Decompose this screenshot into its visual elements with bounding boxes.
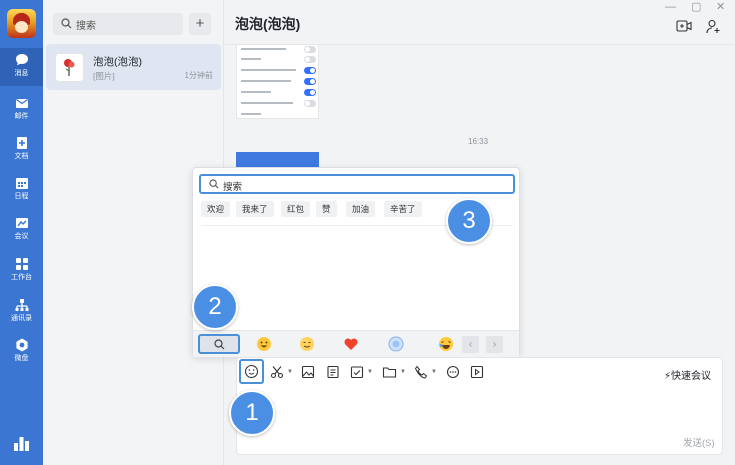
nav-label: 消息 [14, 70, 29, 77]
nav-label: 微盘 [14, 355, 29, 362]
emoji-chip[interactable]: 加油 [346, 201, 376, 217]
conversation-preview: [图片] [93, 71, 115, 81]
search-icon [209, 179, 219, 189]
chat-image-settings-screenshot[interactable] [236, 44, 319, 119]
chat-bubble-icon [15, 54, 28, 66]
nav-item-mail[interactable]: 邮件 [0, 91, 43, 129]
callout-badge: 2 [192, 284, 238, 330]
calendar-icon [15, 178, 28, 189]
nav-item-workbench[interactable]: 工作台 [0, 252, 43, 290]
emoji-chip[interactable]: 辛苦了 [384, 201, 422, 217]
conversation-time: 1分钟前 [184, 71, 213, 80]
image-icon[interactable] [301, 365, 315, 379]
nav-label: 文档 [14, 153, 29, 160]
nav-item-contacts[interactable]: 通讯录 [0, 293, 43, 331]
search-icon [214, 339, 225, 350]
conversation-name: 泡泡(泡泡) [93, 56, 142, 68]
flower-icon [64, 59, 75, 76]
document-icon [16, 137, 27, 149]
close-icon[interactable]: ✕ [716, 0, 725, 13]
task-check-icon[interactable] [350, 365, 364, 379]
emoji-search-placeholder: 搜索 [223, 182, 243, 193]
cloud-drive-icon [15, 338, 28, 352]
nav-label: 邮件 [14, 113, 29, 120]
emoji-button[interactable] [239, 359, 264, 384]
file-text-icon[interactable] [326, 365, 340, 379]
heart-emoji-tab-icon[interactable] [343, 336, 359, 352]
emoji-panel: 搜索 欢迎 我来了 红包 赞 加油 辛苦了 ‹ › [192, 167, 520, 357]
nav-item-meeting[interactable]: 会议 [0, 211, 43, 249]
chat-title: 泡泡(泡泡) [235, 16, 301, 32]
callout-badge: 1 [229, 390, 275, 436]
chevron-down-icon[interactable]: ▼ [367, 369, 373, 375]
nav-item-drive[interactable]: 微盘 [0, 333, 43, 371]
contacts-icon [15, 299, 28, 311]
user-avatar[interactable] [7, 9, 36, 38]
sticker-emoji-tab-icon[interactable] [388, 336, 404, 352]
screen-share-icon[interactable] [470, 365, 484, 379]
nav-label: 通讯录 [11, 315, 32, 322]
callout-badge: 3 [446, 198, 492, 244]
emoji-search-input[interactable]: 搜索 [199, 174, 515, 194]
quick-meeting-button[interactable]: ⚡快速会议 [664, 367, 711, 382]
more-options-icon[interactable] [446, 365, 460, 379]
emoji-chip[interactable]: 欢迎 [201, 201, 231, 217]
mail-icon [15, 98, 28, 108]
emoji-category-bar: ‹ › [193, 330, 519, 357]
nav-label: 工作台 [11, 274, 32, 281]
conversation-item[interactable]: 泡泡(泡泡) [图片] 1分钟前 [46, 44, 221, 90]
contact-avatar [55, 53, 84, 82]
laugh-cry-emoji-tab-icon[interactable] [438, 336, 454, 352]
maximize-icon[interactable]: ▢ [691, 0, 701, 13]
wink-emoji-tab-icon[interactable] [299, 336, 315, 352]
minimize-icon[interactable]: — [665, 1, 676, 13]
quick-meeting-label: 快速会议 [671, 371, 712, 382]
conversation-search-input[interactable]: 搜索 [53, 13, 183, 35]
nav-label: 日程 [14, 193, 29, 200]
chevron-down-icon[interactable]: ▼ [400, 369, 406, 375]
lightning-icon: ⚡ [664, 371, 672, 382]
nav-item-calendar[interactable]: 日程 [0, 171, 43, 209]
smiley-icon [244, 364, 259, 379]
workbench-icon [15, 258, 28, 270]
folder-icon[interactable] [382, 365, 397, 379]
nav-item-docs[interactable]: 文档 [0, 131, 43, 169]
emoji-chip[interactable]: 我来了 [236, 201, 274, 217]
video-call-icon[interactable] [676, 19, 692, 33]
emoji-chip[interactable]: 红包 [281, 201, 311, 217]
left-nav: 消息 邮件 文档 日程 会议 工作台 通讯录 微盘 [0, 0, 43, 465]
emoji-next-button[interactable]: › [486, 336, 503, 353]
chevron-down-icon[interactable]: ▼ [431, 369, 437, 375]
emoji-chip[interactable]: 赞 [316, 201, 337, 217]
message-timestamp: 16:33 [468, 137, 489, 146]
add-member-icon[interactable] [706, 19, 722, 34]
phone-icon[interactable] [414, 365, 428, 379]
chevron-down-icon[interactable]: ▼ [287, 369, 293, 375]
meeting-icon [15, 218, 28, 228]
more-apps-icon[interactable] [14, 437, 29, 456]
send-button[interactable]: 发送(S) [683, 435, 715, 449]
smiley-emoji-tab-icon[interactable] [256, 336, 272, 352]
search-placeholder: 搜索 [76, 21, 96, 32]
screenshot-scissors-icon[interactable] [270, 365, 284, 379]
nav-label: 会议 [14, 233, 29, 240]
nav-item-messages[interactable]: 消息 [0, 48, 43, 86]
emoji-search-tab[interactable] [198, 334, 240, 354]
search-icon [61, 18, 72, 29]
add-button[interactable]: + [189, 13, 211, 35]
emoji-prev-button[interactable]: ‹ [462, 336, 479, 353]
